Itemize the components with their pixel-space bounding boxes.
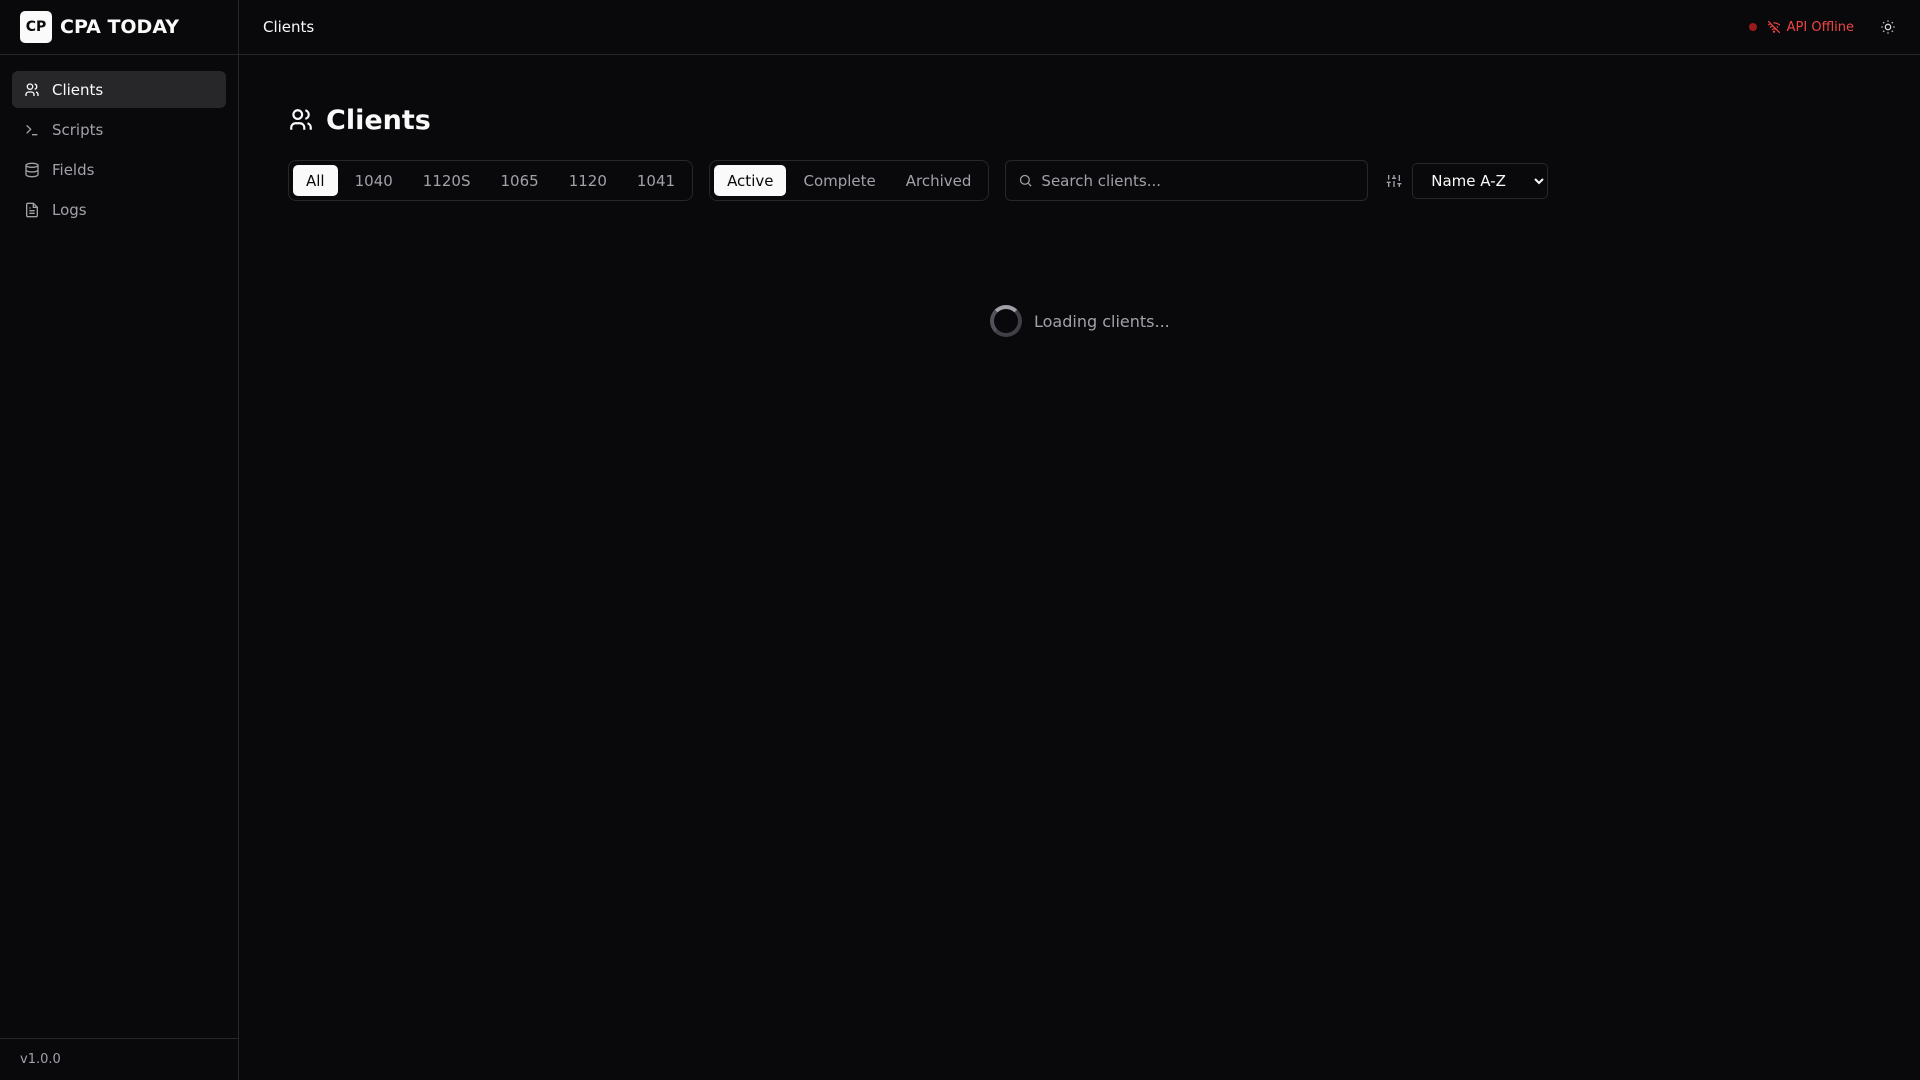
filter-archived[interactable]: Archived xyxy=(893,165,985,196)
sidebar-item-logs[interactable]: Logs xyxy=(12,191,226,228)
sidebar-item-fields[interactable]: Fields xyxy=(12,151,226,188)
sidebar-item-scripts[interactable]: Scripts xyxy=(12,111,226,148)
loading-indicator: Loading clients... xyxy=(990,305,1170,337)
search-input[interactable] xyxy=(1041,171,1368,190)
topbar: Clients API Offline xyxy=(239,0,1920,55)
users-icon xyxy=(290,109,312,130)
version: v1.0.0 xyxy=(0,1038,238,1080)
filter-complete[interactable]: Complete xyxy=(790,165,888,196)
app-name: CPA TODAY xyxy=(60,16,179,38)
wifi-off-icon xyxy=(1767,20,1780,34)
status-filter: Active Complete Archived xyxy=(709,160,990,201)
search-box xyxy=(1005,160,1369,201)
sun-icon[interactable] xyxy=(1880,19,1896,35)
sidebar-item-label: Scripts xyxy=(52,120,104,139)
nav: Clients Scripts Fields Logs xyxy=(0,55,238,247)
sidebar-item-label: Clients xyxy=(52,80,104,99)
filter-1120s[interactable]: 1120S xyxy=(410,165,484,196)
file-text-icon xyxy=(26,202,38,217)
status-dot xyxy=(1748,23,1757,31)
api-status: API Offline xyxy=(1748,19,1854,35)
filter-1040[interactable]: 1040 xyxy=(342,165,406,196)
sort-select[interactable]: Name A-Z xyxy=(1412,162,1548,199)
breadcrumb: Clients xyxy=(263,18,315,36)
form-type-filter: All 1040 1120S 1065 1120 1041 xyxy=(288,160,694,201)
search-icon xyxy=(1020,174,1032,187)
sidebar-item-label: Fields xyxy=(52,160,95,179)
sliders-icon[interactable] xyxy=(1386,173,1402,189)
api-status-label: API Offline xyxy=(1786,19,1854,35)
brand[interactable]: CP CPA TODAY xyxy=(0,0,238,55)
filter-1041[interactable]: 1041 xyxy=(624,165,688,196)
page-title: Clients xyxy=(288,100,431,140)
filter-1065[interactable]: 1065 xyxy=(488,165,552,196)
sidebar: CP CPA TODAY Clients Scripts Fields Logs… xyxy=(0,0,239,1080)
database-icon xyxy=(25,162,39,177)
page-title-text: Clients xyxy=(326,104,431,136)
users-icon xyxy=(25,82,39,96)
sidebar-item-clients[interactable]: Clients xyxy=(12,71,226,108)
filter-all[interactable]: All xyxy=(293,165,338,196)
toolbar: All 1040 1120S 1065 1120 1041 Active Com… xyxy=(288,160,1548,201)
loading-text: Loading clients... xyxy=(1034,311,1170,331)
sidebar-item-label: Logs xyxy=(52,200,87,219)
spinner-icon xyxy=(990,305,1022,337)
terminal-icon xyxy=(26,124,38,135)
main: Clients All 1040 1120S 1065 1120 1041 Ac… xyxy=(288,100,1548,201)
filter-1120[interactable]: 1120 xyxy=(556,165,620,196)
logo: CP xyxy=(20,11,52,43)
filter-active[interactable]: Active xyxy=(714,165,787,196)
